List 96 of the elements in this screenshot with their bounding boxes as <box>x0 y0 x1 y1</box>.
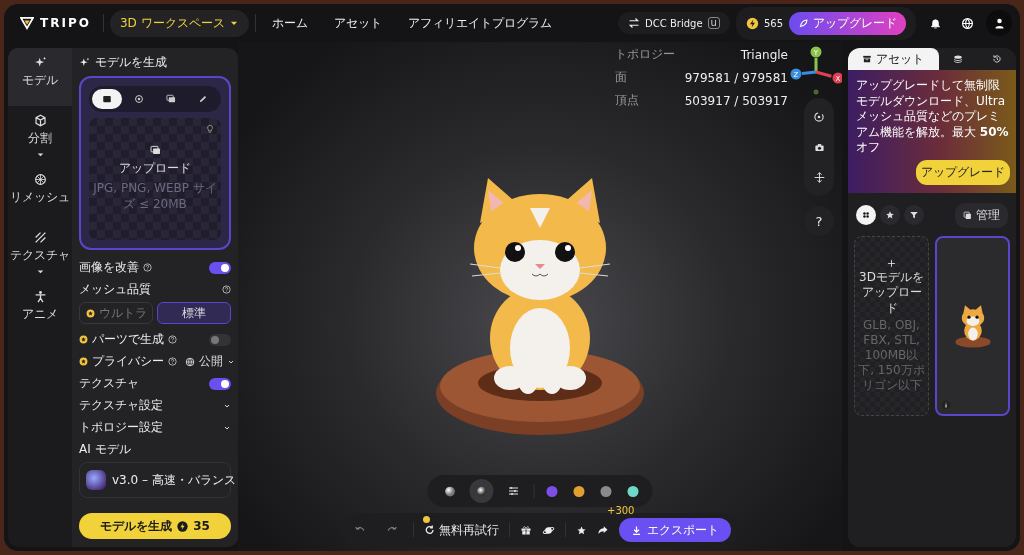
dcc-bridge-button[interactable]: DCC Bridge u <box>618 12 730 34</box>
panel-tab[interactable]: アセット <box>848 48 939 70</box>
share-icon <box>597 524 609 536</box>
setting-label: パーツで生成 <box>92 331 164 348</box>
upgrade-button[interactable]: アップグレード <box>789 11 906 35</box>
export-button[interactable]: エクスポート <box>619 518 731 542</box>
info-icon <box>941 399 951 410</box>
promo-text: アップグレードして無制限モデルダウンロード、Ultra メッシュ品質などのプレミアム機能を解放。最大 50% オフ <box>856 78 1010 156</box>
stat-label: トポロジー <box>614 46 675 63</box>
pencil-icon <box>198 94 208 104</box>
plus-icon <box>887 258 896 268</box>
stat-label: 頂点 <box>614 92 640 109</box>
move-icon <box>813 171 825 183</box>
matte-sphere-icon <box>443 484 456 498</box>
rail-tab[interactable]: アニメ <box>8 282 72 340</box>
nav-link[interactable]: アセット <box>323 10 392 36</box>
star-icon <box>885 210 895 221</box>
rail-tab[interactable]: テクスチャ <box>8 223 72 282</box>
free-retry-button[interactable]: 無料再試行 <box>424 519 499 541</box>
cube-icon <box>33 114 47 127</box>
manage-button[interactable]: 管理 <box>955 202 1008 228</box>
bulb-icon <box>205 124 215 134</box>
star-icon <box>576 524 587 536</box>
model-thumbnail[interactable] <box>935 235 1010 416</box>
quality-option[interactable]: 標準 <box>157 302 231 324</box>
tripo-logo[interactable]: TRIPO <box>14 16 97 30</box>
section-label: AI モデル <box>79 441 131 458</box>
bell-icon <box>928 16 942 30</box>
filter-button[interactable] <box>856 205 876 226</box>
toggle-switch[interactable] <box>209 377 231 390</box>
setting-label: 画像を改善 <box>79 259 139 276</box>
history-icon <box>991 54 1002 64</box>
material-swatch[interactable] <box>600 485 612 497</box>
notification-dot <box>423 516 430 523</box>
sliders-icon <box>507 485 520 497</box>
stat-value: 503917 / 503917 <box>684 93 788 108</box>
hatch-icon <box>33 231 47 244</box>
render-mode-button[interactable] <box>469 479 494 503</box>
share-bonus: +300 <box>607 505 635 516</box>
upload-label: アップロード <box>119 160 191 178</box>
material-swatch[interactable] <box>627 485 639 497</box>
camera-icon <box>813 141 825 153</box>
filter-icon <box>909 210 919 221</box>
help-button[interactable]: ? <box>804 206 834 236</box>
setting-label: テクスチャ <box>79 375 139 392</box>
material-swatch[interactable] <box>573 485 585 497</box>
rail-tab[interactable]: リメッシュ <box>8 165 72 223</box>
privacy-dropdown[interactable]: 公開 <box>185 353 235 370</box>
coin-icon <box>745 16 759 30</box>
aperture-icon <box>134 94 144 104</box>
quality-option[interactable]: ウルトラ <box>79 302 153 324</box>
orbit-icon <box>813 111 825 123</box>
filter-button[interactable] <box>904 205 924 226</box>
nav-link[interactable]: アフィリエイトプログラム <box>397 10 562 36</box>
input-mode-tab[interactable] <box>92 89 122 109</box>
images-icon <box>166 94 176 104</box>
upload-dropzone[interactable]: アップロード JPG, PNG, WEBP サイズ ≤ 20MB <box>89 118 221 240</box>
upload-hint: JPG, PNG, WEBP サイズ ≤ 20MB <box>91 181 218 213</box>
swap-icon <box>628 17 641 29</box>
archive-box-icon <box>862 54 873 64</box>
gift-icon <box>520 524 532 536</box>
settings-expander[interactable]: トポロジー設定 <box>79 417 231 438</box>
nav-link[interactable]: ホーム <box>261 10 318 36</box>
toggle-switch[interactable] <box>209 261 231 274</box>
shortcut-badge: u <box>707 17 720 29</box>
rail-tab[interactable]: モデル <box>8 48 72 106</box>
filter-button[interactable] <box>880 205 900 226</box>
grid-icon <box>861 210 871 221</box>
workspace-dropdown[interactable]: 3D ワークスペース <box>109 9 249 37</box>
images-icon <box>149 145 161 157</box>
credit-count: 565 <box>763 17 783 29</box>
section-label: メッシュ品質 <box>79 281 151 298</box>
figure-icon <box>33 290 47 303</box>
rail-tab[interactable]: 分割 <box>8 106 72 165</box>
panel-title: モデルを生成 <box>95 54 167 71</box>
setting-label: プライバシー <box>92 353 164 370</box>
stat-label: 面 <box>614 69 628 86</box>
account-button[interactable] <box>986 10 1012 36</box>
toggle-switch[interactable] <box>209 333 231 346</box>
copy-icon <box>963 210 972 220</box>
globe-icon <box>960 16 974 30</box>
logo-icon <box>20 16 34 30</box>
stat-value: 979581 / 979581 <box>684 70 788 85</box>
material-swatch[interactable] <box>546 485 558 497</box>
retry-icon <box>424 524 436 536</box>
upgrade-button[interactable]: アップグレード <box>916 159 1010 185</box>
shaded-sphere-icon <box>475 484 488 498</box>
image-icon <box>102 94 112 104</box>
generate-model-button[interactable]: モデルを生成 35 <box>79 513 231 539</box>
globe-icon <box>185 356 195 367</box>
settings-expander[interactable]: テクスチャ設定 <box>79 395 231 416</box>
model-orb-icon <box>86 470 106 490</box>
stat-value: Triangle <box>739 47 788 62</box>
bolt-icon <box>177 520 189 532</box>
layers-icon <box>953 54 963 64</box>
download-icon <box>631 524 642 536</box>
